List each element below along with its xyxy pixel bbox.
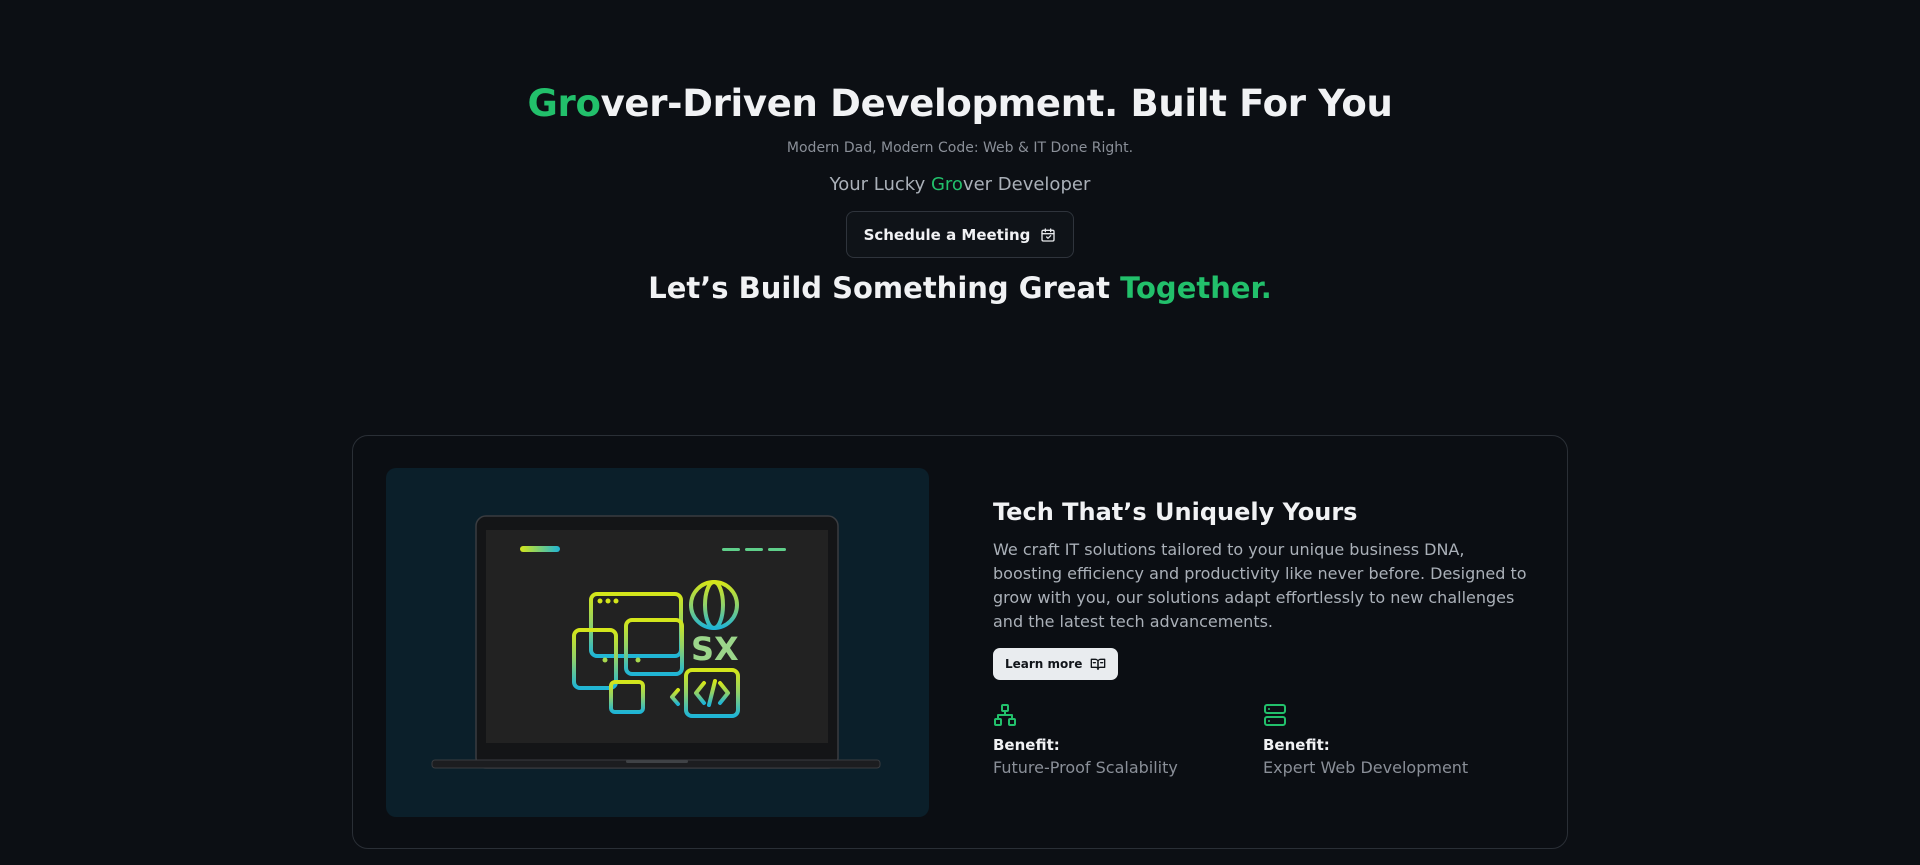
hero-subtitle: Your Lucky Grover Developer — [0, 174, 1920, 195]
feature-title: Tech That’s Uniquely Yours — [993, 498, 1358, 526]
network-icon — [994, 704, 1016, 726]
learn-more-button[interactable]: Learn more — [993, 648, 1119, 680]
learn-more-label: Learn more — [1005, 657, 1083, 671]
hero-subtitle-accent: Gro — [930, 174, 963, 195]
benefit-value: Expert Web Development — [1263, 758, 1469, 777]
benefit-value: Future-Proof Scalability — [993, 758, 1178, 777]
screen-menu-item-1 — [722, 548, 740, 551]
feature-content: Tech That’s Uniquely Yours We craft IT s… — [993, 498, 1533, 777]
book-open-icon — [1090, 658, 1106, 670]
closing-headline-main: Let’s Build Something Great — [648, 271, 1121, 305]
tablet-dot — [635, 657, 641, 663]
hero-tagline: Modern Dad, Modern Code: Web & IT Done R… — [786, 140, 1134, 156]
browser-dot-3 — [613, 598, 619, 604]
phone-dot — [602, 657, 608, 663]
closing-headline: Let’s Build Something Great Together. — [0, 271, 1920, 305]
benefits-list: Benefit: Future-Proof Scalability Benefi… — [993, 702, 1533, 777]
hero-title: Grover-Driven Development. Built For You — [0, 82, 1920, 125]
laptop-screen — [486, 530, 828, 743]
browser-dot-2 — [605, 598, 611, 604]
browser-dot-1 — [597, 598, 603, 604]
illustration-sx-text: SX — [691, 630, 739, 668]
schedule-meeting-label: Schedule a Meeting — [863, 225, 1031, 244]
feature-card: SX Tech That’s Uniquely Yours We craft I… — [352, 435, 1568, 849]
screen-menu-item-3 — [768, 548, 786, 551]
closing-headline-accent: Together. — [1120, 271, 1272, 305]
benefit-item: Benefit: Expert Web Development — [1263, 702, 1533, 777]
hero-subtitle-suffix: ver Developer — [962, 174, 1091, 195]
benefit-label: Benefit: — [993, 736, 1060, 754]
hero-title-accent: Gro — [527, 82, 601, 125]
feature-description: We craft IT solutions tailored to your u… — [993, 540, 1527, 631]
server-icon — [1264, 704, 1286, 726]
hero-title-rest: ver-Driven Development. Built For You — [600, 82, 1393, 125]
schedule-meeting-button[interactable]: Schedule a Meeting — [846, 211, 1074, 258]
screen-logo-bar — [520, 546, 560, 552]
calendar-check-icon — [1041, 227, 1056, 242]
laptop-illustration-panel: SX — [386, 468, 929, 817]
laptop-illustration: SX — [431, 515, 881, 769]
screen-menu-item-2 — [745, 548, 763, 551]
benefit-item: Benefit: Future-Proof Scalability — [993, 702, 1263, 777]
hero-subtitle-prefix: Your Lucky — [829, 174, 931, 195]
laptop-notch — [626, 760, 688, 763]
benefit-label: Benefit: — [1263, 736, 1330, 754]
